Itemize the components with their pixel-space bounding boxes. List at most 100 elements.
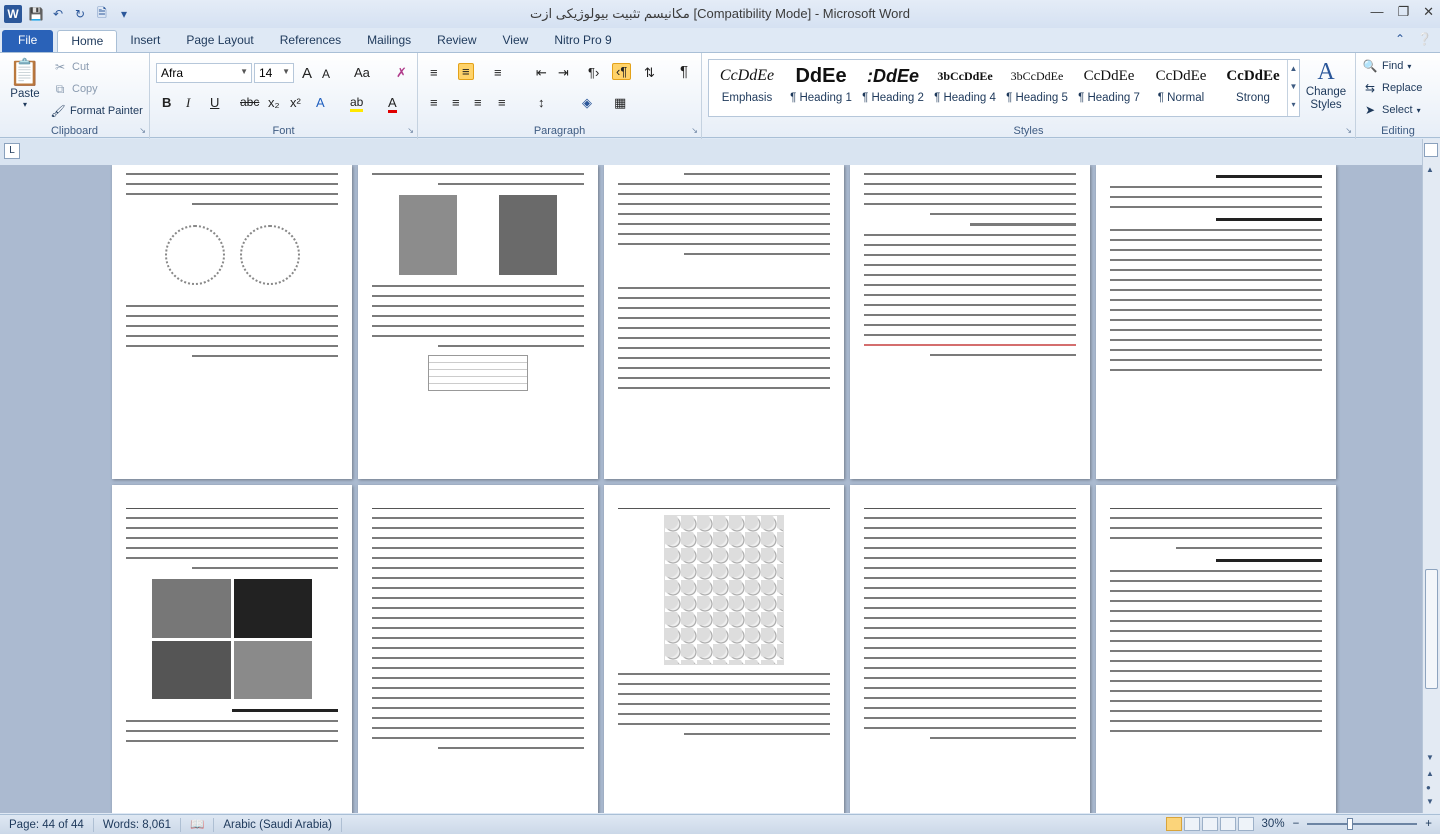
style-strong[interactable]: CcDdEe Strong [1217,60,1289,116]
style-normal[interactable]: CcDdEe ¶ Normal [1145,60,1217,116]
scroll-up-icon[interactable]: ▲ [1426,165,1434,174]
clear-formatting-icon[interactable]: ✗ [396,65,407,81]
zoom-slider-knob[interactable] [1347,818,1354,830]
bullets-icon[interactable]: ≡ [430,65,438,80]
italic-button[interactable]: I [186,95,190,111]
browse-object-icon[interactable]: ● [1426,783,1431,792]
sort-icon[interactable]: ⇅ [644,65,655,81]
tab-mailings[interactable]: Mailings [354,30,424,52]
subscript-button[interactable]: x₂ [268,95,280,110]
paragraph-launcher-icon[interactable]: ↘ [691,126,698,135]
find-button[interactable]: 🔍 Find ▾ [1362,58,1412,74]
numbering-icon[interactable]: ≡ [458,63,474,80]
minimize-icon[interactable]: — [1370,4,1383,20]
justify-icon[interactable]: ≡ [498,95,506,110]
document-page[interactable] [604,485,844,813]
outline-view-icon[interactable] [1219,817,1236,831]
font-size-combo[interactable]: 14 ▼ [254,63,294,83]
web-layout-icon[interactable] [1201,817,1218,831]
multilevel-list-icon[interactable]: ≡ [494,65,502,80]
replace-button[interactable]: ⇆ Replace [1362,80,1422,96]
view-ruler-icon[interactable] [1424,143,1438,157]
document-workspace[interactable] [0,165,1422,813]
increase-indent-icon[interactable]: ⇥ [558,65,569,81]
tab-selector[interactable]: L [4,143,20,159]
document-page[interactable] [850,485,1090,813]
scrollbar-thumb[interactable] [1425,569,1438,689]
document-page[interactable] [112,165,352,479]
zoom-in-button[interactable]: + [1425,818,1432,830]
paste-button[interactable]: 📋 Paste ▾ [8,57,42,109]
style-heading-7[interactable]: CcDdEe ¶ Heading 7 [1073,60,1145,116]
ltr-direction-icon[interactable]: ¶› [588,65,599,80]
document-page[interactable] [358,485,598,813]
grow-font-button[interactable]: A [302,65,312,82]
change-styles-button[interactable]: A Change Styles [1304,59,1348,112]
print-layout-icon[interactable] [1165,817,1182,831]
copy-button[interactable]: ⧉ Copy [52,81,98,97]
minimize-ribbon-icon[interactable]: ⌃ [1395,32,1405,46]
style-heading-1[interactable]: DdEe ¶ Heading 1 [785,60,857,116]
tab-review[interactable]: Review [424,30,489,52]
draft-view-icon[interactable] [1237,817,1254,831]
zoom-level[interactable]: 30% [1262,818,1285,830]
rtl-direction-icon[interactable]: ‹¶ [612,63,632,80]
format-painter-button[interactable]: 🖌 Format Painter [50,103,142,119]
full-screen-reading-icon[interactable] [1183,817,1200,831]
language-status[interactable]: Arabic (Saudi Arabia) [214,817,342,832]
line-spacing-icon[interactable]: ↕ [538,95,545,110]
document-page[interactable] [850,165,1090,479]
clipboard-launcher-icon[interactable]: ↘ [139,126,146,135]
tab-file[interactable]: File [2,30,54,52]
next-page-icon[interactable]: ▼ [1426,797,1434,806]
font-family-combo[interactable]: Afra ▼ [156,63,252,83]
tab-home[interactable]: Home [57,30,118,52]
cut-button[interactable]: ✂ Cut [52,59,89,75]
proofing-icon[interactable]: 📖 [181,817,215,832]
change-case-button[interactable]: Aa [354,65,370,80]
decrease-indent-icon[interactable]: ⇤ [536,65,547,81]
style-heading-5[interactable]: 3bCcDdEe ¶ Heading 5 [1001,60,1073,116]
align-left-icon[interactable]: ≡ [430,95,438,110]
tab-nitro-pro[interactable]: Nitro Pro 9 [541,30,624,52]
tab-references[interactable]: References [267,30,354,52]
font-launcher-icon[interactable]: ↘ [407,126,414,135]
shrink-font-button[interactable]: A [322,67,330,81]
styles-launcher-icon[interactable]: ↘ [1345,126,1352,135]
document-page[interactable] [1096,485,1336,813]
borders-icon[interactable]: ▦ [614,95,626,111]
close-icon[interactable]: ✕ [1423,4,1434,20]
text-effects-icon[interactable]: A [316,95,325,110]
document-page[interactable] [358,165,598,479]
shading-icon[interactable]: ◈ [582,95,592,111]
gallery-scroll[interactable]: ▲ ▼ ▾ [1287,60,1299,116]
align-right-icon[interactable]: ≡ [474,95,482,110]
tab-view[interactable]: View [490,30,542,52]
align-center-icon[interactable]: ≡ [452,95,460,110]
highlight-button[interactable]: ab [350,95,364,112]
zoom-slider[interactable] [1307,818,1418,830]
help-icon[interactable]: ❔ [1417,32,1432,46]
vertical-scrollbar[interactable]: ▲ ▼ ▲ ● ▼ [1422,139,1440,813]
document-page[interactable] [604,165,844,479]
strikethrough-button[interactable]: abc [240,95,259,109]
select-button[interactable]: ➤ Select ▾ [1362,102,1421,118]
tab-page-layout[interactable]: Page Layout [173,30,266,52]
style-heading-4[interactable]: 3bCcDdEe ¶ Heading 4 [929,60,1001,116]
zoom-out-button[interactable]: − [1293,818,1300,830]
scroll-down-icon[interactable]: ▼ [1426,753,1434,762]
document-page[interactable] [1096,165,1336,479]
tab-insert[interactable]: Insert [117,30,173,52]
page-count-status[interactable]: Page: 44 of 44 [0,817,94,832]
superscript-button[interactable]: x² [290,95,301,110]
show-marks-button[interactable]: ¶ [680,63,688,80]
bold-button[interactable]: B [162,95,171,110]
font-color-button[interactable]: A [388,95,397,113]
restore-icon[interactable]: ❐ [1397,4,1409,20]
underline-button[interactable]: U [210,95,219,110]
previous-page-icon[interactable]: ▲ [1426,769,1434,778]
document-page[interactable] [112,485,352,813]
style-emphasis[interactable]: CcDdEe Emphasis [711,60,783,116]
word-count-status[interactable]: Words: 8,061 [94,817,181,832]
style-heading-2[interactable]: :DdEe ¶ Heading 2 [857,60,929,116]
